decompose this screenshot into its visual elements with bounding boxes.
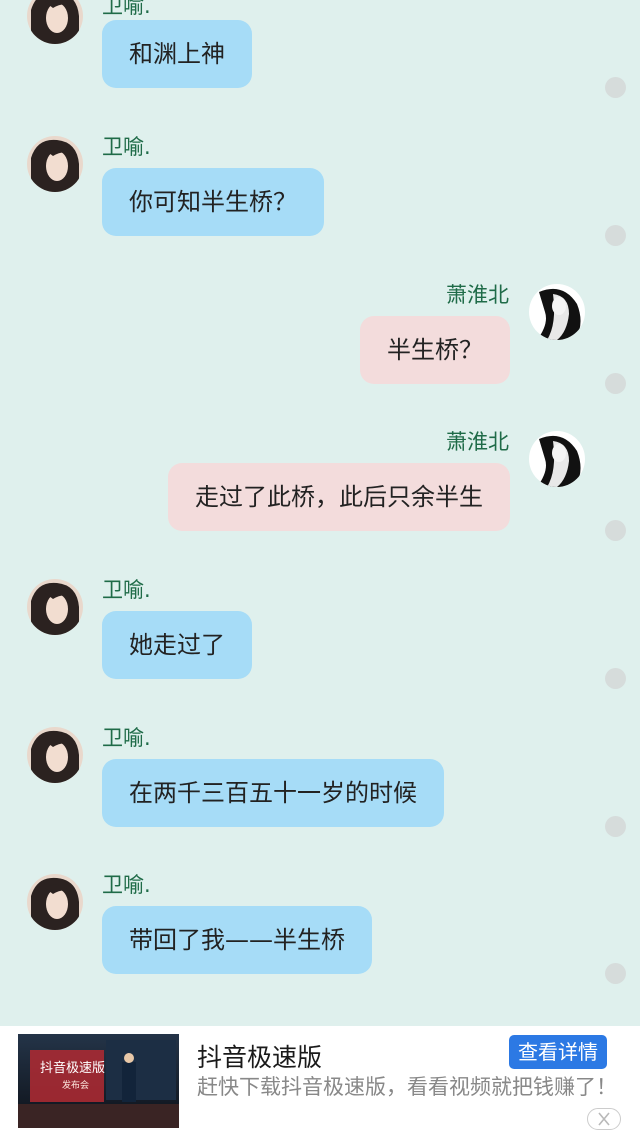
sender-name: 萧淮北 <box>446 430 509 454</box>
ad-banner[interactable]: 抖音极速版 发布会 抖音极速版 赶快下载抖音极速版，看看视频就把钱赚了！ 查看详… <box>0 1026 640 1138</box>
sender-name: 萧淮北 <box>446 283 509 307</box>
sender-name: 卫喻. <box>102 0 151 18</box>
chat-message: 卫喻. 在两千三百五十一岁的时候 <box>0 612 640 837</box>
sender-name: 卫喻. <box>102 726 151 750</box>
chat-message: 卫喻. 带回了我——半生桥 <box>0 759 640 984</box>
ad-details-button[interactable]: 查看详情 <box>509 1035 607 1069</box>
sender-name: 卫喻. <box>102 578 151 602</box>
ad-title: 抖音极速版 <box>197 1043 323 1072</box>
chat-message: 卫喻. 她走过了 <box>0 464 640 689</box>
chat-message: 卫喻. 你可知半生桥？ <box>0 21 640 246</box>
message-bubble[interactable]: 带回了我——半生桥 <box>102 906 372 974</box>
close-icon <box>598 1112 610 1126</box>
chat-area: 卫喻. 和渊上神 卫喻. 你可知半生桥？ 萧淮北 半生桥？ 萧淮北 走过了此桥，… <box>0 0 640 1026</box>
ad-thumbnail-subcaption: 发布会 <box>62 1079 89 1091</box>
chat-message: 萧淮北 走过了此桥，此后只余半生 <box>0 316 640 541</box>
chat-message: 萧淮北 半生桥？ <box>0 169 640 394</box>
chat-message: 卫喻. 和渊上神 <box>0 0 640 98</box>
message-status-dot <box>605 963 626 984</box>
avatar[interactable] <box>27 874 83 930</box>
ad-thumbnail-caption: 抖音极速版 <box>40 1060 105 1076</box>
sender-name: 卫喻. <box>102 135 151 159</box>
ad-description: 赶快下载抖音极速版，看看视频就把钱赚了！ <box>197 1075 617 1099</box>
sender-name: 卫喻. <box>102 873 151 897</box>
ad-close-button[interactable] <box>587 1108 621 1130</box>
ad-thumbnail[interactable]: 抖音极速版 发布会 <box>18 1034 179 1128</box>
